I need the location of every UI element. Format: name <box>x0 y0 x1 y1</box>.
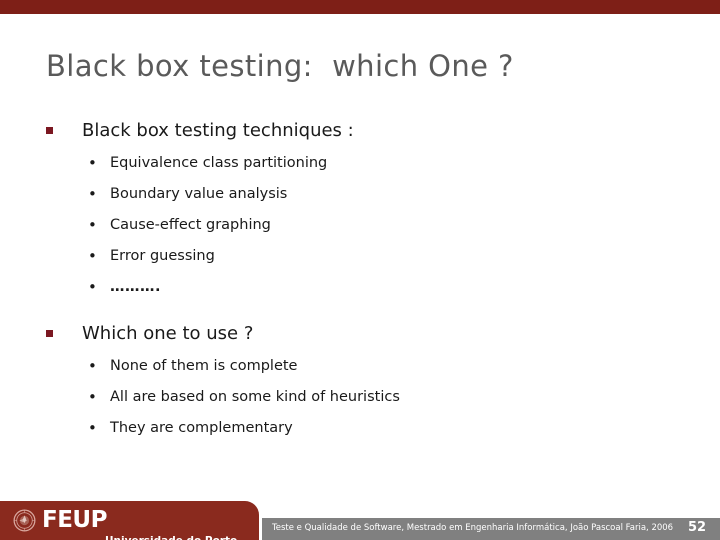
list-item: • ………. <box>0 276 720 298</box>
dot-bullet-icon: • <box>88 216 97 234</box>
top-accent-band <box>0 0 720 14</box>
slide-canvas: Black box testing: which One ? Black box… <box>0 0 720 540</box>
list-item-label: Error guessing <box>110 248 215 264</box>
feup-wordmark: FEUP <box>42 507 107 533</box>
feup-subtitle-line1: Universidade do Porto <box>105 535 254 540</box>
bullet-group-heading: Black box testing techniques : <box>0 118 720 144</box>
list-item: • All are based on some kind of heuristi… <box>0 386 720 408</box>
dot-bullet-icon: • <box>88 278 97 296</box>
list-item: • Equivalence class partitioning <box>0 152 720 174</box>
page-number: 52 <box>688 520 707 535</box>
feup-logo-band: FEUP Universidade do Porto Faculdade de … <box>0 501 259 540</box>
footer-attribution: Teste e Qualidade de Software, Mestrado … <box>272 523 674 533</box>
dot-bullet-icon: • <box>88 154 97 172</box>
list-item-label: Boundary value analysis <box>110 186 288 202</box>
heading-text: Which one to use ? <box>82 323 254 344</box>
sub-bullet-list: • Equivalence class partitioning • Bound… <box>0 152 720 298</box>
list-item-label: Cause-effect graphing <box>110 217 271 233</box>
bullet-group-heading: Which one to use ? <box>0 321 720 347</box>
list-item-label: ………. <box>110 279 162 295</box>
square-bullet-icon <box>46 127 53 134</box>
feup-subtitle: Universidade do Porto Faculdade de Engen… <box>105 510 254 540</box>
list-item: • Error guessing <box>0 245 720 267</box>
feup-seal-icon <box>13 509 36 532</box>
list-item: • Boundary value analysis <box>0 183 720 205</box>
dot-bullet-icon: • <box>88 388 97 406</box>
slide-body: Black box testing techniques : • Equival… <box>0 118 720 448</box>
list-item: • They are complementary <box>0 417 720 439</box>
list-item: • None of them is complete <box>0 355 720 377</box>
list-item-label: They are complementary <box>110 420 293 436</box>
list-item-label: None of them is complete <box>110 358 298 374</box>
dot-bullet-icon: • <box>88 185 97 203</box>
list-item: • Cause-effect graphing <box>0 214 720 236</box>
list-item-label: All are based on some kind of heuristics <box>110 389 400 405</box>
square-bullet-icon <box>46 330 53 337</box>
dot-bullet-icon: • <box>88 419 97 437</box>
page-title: Black box testing: which One ? <box>46 49 514 83</box>
list-item-label: Equivalence class partitioning <box>110 155 328 171</box>
dot-bullet-icon: • <box>88 247 97 265</box>
sub-bullet-list: • None of them is complete • All are bas… <box>0 355 720 439</box>
heading-text: Black box testing techniques : <box>82 120 354 141</box>
dot-bullet-icon: • <box>88 357 97 375</box>
